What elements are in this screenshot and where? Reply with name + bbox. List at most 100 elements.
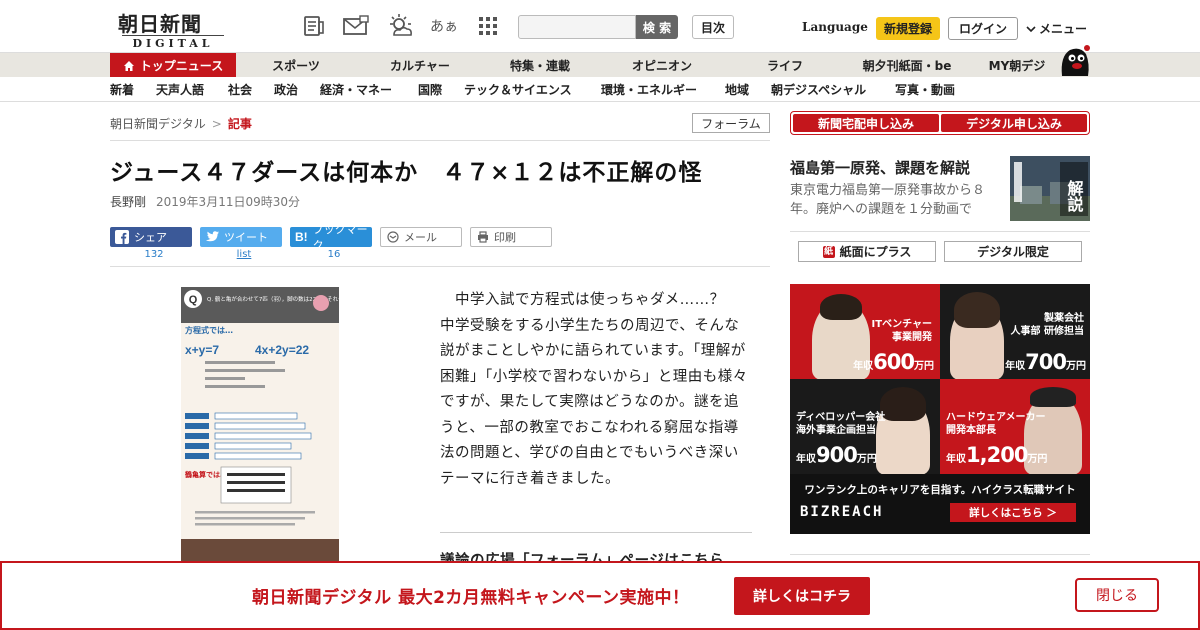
- nav-opinion[interactable]: オピニオン: [612, 53, 712, 78]
- promo-thumbnail[interactable]: 解説: [1010, 156, 1090, 221]
- twitter-count[interactable]: list: [203, 249, 285, 260]
- primary-nav: トップニュース スポーツ カルチャー 特集・連載 オピニオン ライフ 朝夕刊紙面…: [0, 52, 1200, 78]
- nav-society[interactable]: 社会: [228, 77, 252, 102]
- author[interactable]: 長野剛: [110, 195, 146, 209]
- ad-cell-3: ディベロッパー会社 海外事業企画担当 年収900万円: [790, 379, 940, 474]
- byline: 長野剛 2019年3月11日09時30分: [110, 193, 300, 210]
- hatena-count: 16: [327, 249, 341, 260]
- grid-menu-icon[interactable]: [474, 12, 502, 40]
- divider: [110, 140, 770, 141]
- infographic-method-label: 方程式では…: [185, 325, 233, 335]
- delivery-subscribe-button[interactable]: 新聞宅配申し込み: [793, 114, 939, 132]
- svg-text:Q: Q: [189, 294, 198, 306]
- bizreach-ad[interactable]: ITベンチャー 事業開発 年収600万円 製薬会社 人事部 研修担当 年収700…: [790, 284, 1090, 534]
- ad-cell-4: ハードウェアメーカー 開発本部長 年収1,200万円: [940, 379, 1090, 474]
- mascot-icon[interactable]: [1056, 42, 1092, 78]
- ad-label-4: ハードウェアメーカー 開発本部長: [946, 412, 1046, 436]
- ad-label-3: ディベロッパー会社 海外事業企画担当: [796, 412, 886, 436]
- menu-button[interactable]: メニュー: [1026, 20, 1087, 37]
- search-button[interactable]: 検 索: [636, 15, 678, 39]
- ad-hair-1: [820, 294, 862, 320]
- search-input[interactable]: [518, 15, 636, 39]
- banner-close-button[interactable]: 閉じる: [1075, 578, 1159, 612]
- ad-hair-4: [1030, 387, 1076, 407]
- publish-date: 2019年3月11日09時30分: [156, 195, 300, 209]
- tab-paper-label: 紙面にプラス: [839, 245, 912, 259]
- facebook-count: 132: [144, 249, 164, 260]
- logo-sub: DIGITAL: [122, 35, 224, 50]
- nav-photo-video[interactable]: 写真・動画: [895, 77, 955, 102]
- infographic-eq1: x+y=7: [185, 343, 219, 357]
- article-infographic[interactable]: Q Q. 鶴と亀が合わせて7匹（羽），脚の数は22本。それぞれ何匹？ 方程式では…: [181, 287, 339, 561]
- article-body: 中学入試で方程式は使っちゃダメ……？ 中学受験をする小学生たちの周辺で、そんな説…: [440, 292, 748, 487]
- ad-salary-value-1: 600: [873, 350, 915, 374]
- toc-button[interactable]: 目次: [692, 15, 734, 39]
- nav-international[interactable]: 国際: [418, 77, 442, 102]
- campaign-text: 朝日新聞デジタル 最大2カ月無料キャンペーン実施中！: [252, 588, 690, 608]
- login-button[interactable]: ログイン: [948, 17, 1018, 40]
- mail-icon[interactable]: [342, 12, 370, 40]
- home-icon: [123, 60, 134, 71]
- hatena-icon: B!: [295, 230, 308, 244]
- nav-features[interactable]: 特集・連載: [490, 53, 590, 78]
- ad-salary-2: 年収700万円: [1005, 350, 1086, 374]
- digital-subscribe-button[interactable]: デジタル申し込み: [941, 114, 1087, 132]
- ad-hair-2: [954, 292, 1000, 328]
- weather-icon[interactable]: [386, 12, 414, 40]
- tab-digital-only[interactable]: デジタル限定: [944, 241, 1082, 262]
- nav-environment[interactable]: 環境・エネルギー: [601, 77, 697, 102]
- ad-salary-value-2: 700: [1025, 350, 1067, 374]
- mail-share-icon: [387, 231, 399, 243]
- breadcrumb-current: 記事: [227, 117, 252, 131]
- nav-culture[interactable]: カルチャー: [370, 53, 470, 78]
- nav-tech-science[interactable]: テック＆サイエンス: [464, 77, 572, 102]
- campaign-details-button[interactable]: 詳しくはコチラ: [734, 577, 870, 615]
- ad-hair-3: [880, 387, 926, 421]
- signup-button[interactable]: 新規登録: [876, 17, 940, 40]
- facebook-share-button[interactable]: シェア: [110, 227, 192, 247]
- language-link[interactable]: Language: [802, 20, 868, 34]
- divider: [440, 532, 752, 533]
- nav-sports[interactable]: スポーツ: [248, 53, 344, 78]
- secondary-nav: 新着 天声人語 社会 政治 経済・マネー 国際 テック＆サイエンス 環境・エネル…: [0, 77, 1200, 102]
- infographic-eq2: 4x+2y=22: [255, 343, 309, 357]
- ad-salary-value-4: 1,200: [966, 443, 1028, 467]
- twitter-share-button[interactable]: ツイート: [200, 227, 282, 247]
- menu-label: メニュー: [1039, 22, 1088, 36]
- ad-more-button[interactable]: 詳しくはこちら ＞: [950, 503, 1076, 522]
- font-size-icon[interactable]: あぁ: [430, 12, 458, 40]
- hatena-bookmark-button[interactable]: B! ブックマーク: [290, 223, 372, 252]
- ad-salary-value-3: 900: [816, 443, 858, 467]
- site-logo[interactable]: 朝日新聞 DIGITAL: [110, 8, 228, 50]
- breadcrumb-home[interactable]: 朝日新聞デジタル: [110, 117, 206, 131]
- ad-salary-unit-3: 万円: [856, 454, 877, 465]
- divider: [790, 554, 1090, 555]
- nav-special[interactable]: 朝デジスペシャル: [771, 77, 866, 102]
- promo-title[interactable]: 福島第一原発、課題を解説: [790, 157, 970, 178]
- ad-salary-unit-1: 万円: [914, 361, 934, 372]
- nav-top-news[interactable]: トップニュース: [110, 53, 236, 78]
- nav-tenseijingo[interactable]: 天声人語: [156, 77, 204, 102]
- forum-tag[interactable]: フォーラム: [692, 113, 770, 133]
- nav-life[interactable]: ライフ: [735, 53, 835, 78]
- nav-economy[interactable]: 経済・マネー: [320, 77, 392, 102]
- campaign-banner: 朝日新聞デジタル 最大2カ月無料キャンペーン実施中！ 詳しくはコチラ 閉じる: [0, 561, 1200, 630]
- ad-cell-1: ITベンチャー 事業開発 年収600万円: [790, 284, 940, 379]
- nav-regional[interactable]: 地域: [725, 77, 749, 102]
- ad-catch: ワンランク上のキャリアを目指す。ハイクラス転職サイト: [804, 484, 1076, 496]
- nav-paper[interactable]: 朝夕刊紙面・be: [852, 53, 962, 78]
- nav-politics[interactable]: 政治: [274, 77, 298, 102]
- newspaper-icon[interactable]: [300, 12, 328, 40]
- nav-my-asahi[interactable]: MY朝デジ: [978, 53, 1056, 78]
- twitter-share-label: ツイート: [224, 231, 268, 244]
- nav-latest[interactable]: 新着: [110, 77, 134, 102]
- tab-paper-plus[interactable]: 紙 紙面にプラス: [798, 241, 936, 262]
- mail-share-button[interactable]: メール: [380, 227, 462, 247]
- divider: [110, 266, 770, 267]
- breadcrumb: 朝日新聞デジタル > 記事: [110, 115, 252, 132]
- infographic-tsurukame-label: 鶴亀算では…: [185, 470, 227, 479]
- logo-text: 朝日新聞: [118, 12, 202, 36]
- promo-text[interactable]: 東京電力福島第一原発事故から８年。廃炉への課題を１分動画で: [790, 181, 1000, 219]
- print-button[interactable]: 印刷: [470, 227, 552, 247]
- ad-brand: BIZREACH: [800, 504, 884, 520]
